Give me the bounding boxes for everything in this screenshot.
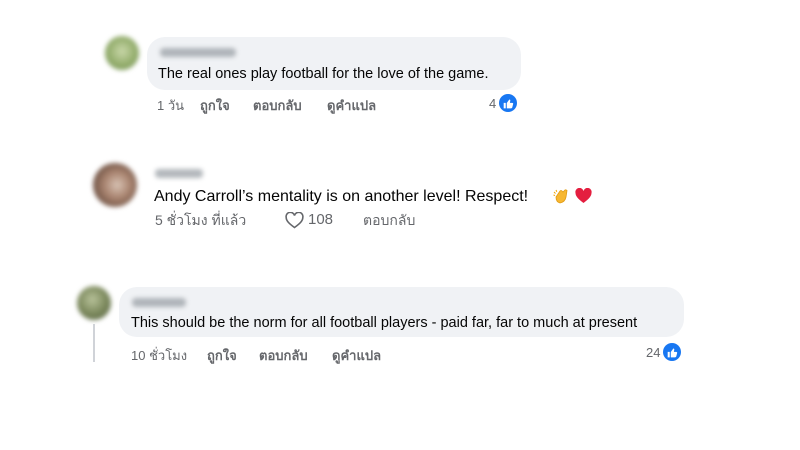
author-name[interactable] (155, 169, 203, 178)
translate-button[interactable]: ดูคำแปล (332, 345, 381, 366)
reaction-count[interactable]: 24 (646, 345, 660, 360)
comment-time[interactable]: 10 ชั่วโมง (131, 345, 187, 366)
comment-time[interactable]: 5 ชั่วโมง ที่แล้ว (155, 210, 246, 232)
author-name[interactable] (132, 298, 186, 307)
thread-line (93, 324, 95, 362)
comment-text: The real ones play football for the love… (158, 66, 489, 82)
reply-button[interactable]: ตอบกลับ (363, 210, 415, 232)
avatar[interactable] (77, 286, 111, 320)
comment-text: This should be the norm for all football… (131, 315, 638, 331)
translate-button[interactable]: ดูคำแปล (327, 95, 376, 116)
like-button[interactable]: ถูกใจ (207, 345, 237, 366)
like-icon[interactable] (663, 343, 681, 361)
comment-text: Andy Carroll’s mentality is on another l… (154, 188, 529, 205)
like-icon[interactable] (499, 94, 517, 112)
like-count[interactable]: 108 (308, 211, 333, 228)
reaction-count[interactable]: 4 (489, 96, 496, 111)
author-name[interactable] (160, 48, 236, 57)
reply-button[interactable]: ตอบกลับ (259, 345, 308, 366)
clapping-hands-icon (552, 187, 570, 210)
heart-icon[interactable] (285, 211, 304, 234)
like-button[interactable]: ถูกใจ (200, 95, 230, 116)
avatar[interactable] (93, 163, 137, 207)
avatar[interactable] (105, 36, 139, 70)
comment-bubble (147, 37, 521, 90)
red-heart-icon (575, 187, 592, 209)
reply-button[interactable]: ตอบกลับ (253, 95, 302, 116)
comment-time[interactable]: 1 วัน (157, 95, 184, 116)
